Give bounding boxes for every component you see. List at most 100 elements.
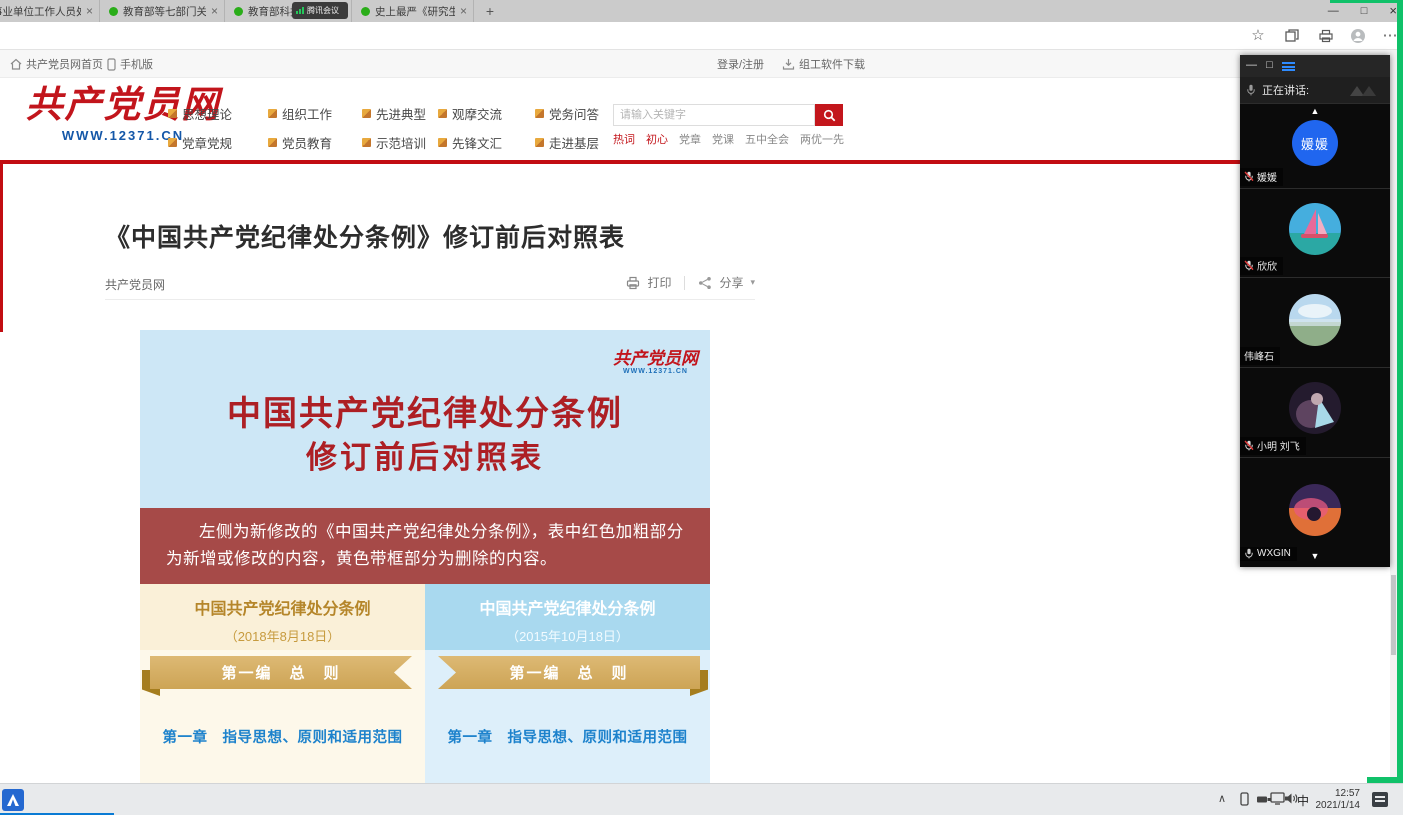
- tab-close-icon[interactable]: ×: [460, 4, 467, 18]
- participant-tile-2[interactable]: 欣欣: [1240, 188, 1390, 277]
- left-column-header: 中国共产党纪律处分条例 （2018年8月18日）: [140, 584, 425, 650]
- chapter-heading: 第一章 指导思想、原则和适用范围: [425, 726, 710, 747]
- clock-time: 12:57: [1314, 788, 1360, 800]
- clock-date: 2021/1/14: [1314, 800, 1360, 812]
- home-icon: [10, 58, 22, 70]
- collapse-up-icon[interactable]: ▲: [1240, 106, 1390, 116]
- browser-toolbar: ☆ ⋯: [0, 22, 1403, 50]
- share-icon[interactable]: [698, 276, 712, 290]
- nav-bullet-icon: [535, 138, 544, 147]
- download-icon: [782, 58, 795, 70]
- nav-item[interactable]: 党员教育: [268, 133, 362, 152]
- print-icon[interactable]: [626, 276, 640, 290]
- search-input[interactable]: [613, 104, 815, 126]
- nav-item[interactable]: 党章党规: [168, 133, 268, 152]
- share-label[interactable]: 分享: [719, 274, 743, 291]
- participant-name-chip: 伟峰石: [1240, 347, 1280, 365]
- phone-tray-icon[interactable]: [1240, 792, 1249, 806]
- nav-bullet-icon: [362, 109, 371, 118]
- browser-tab-2[interactable]: 教育部等七部门关于加强和改进新时代… ×: [103, 0, 225, 22]
- search-icon: [823, 109, 836, 122]
- printer-icon[interactable]: [1317, 29, 1335, 47]
- site-nav: 思想理论 党章党规 组织工作 党员教育 先进典型 示范培训 观摩交流 先锋文汇 …: [168, 104, 615, 152]
- taskbar-clock[interactable]: 12:57 2021/1/14: [1314, 788, 1360, 812]
- poster-column-headers: 中国共产党纪律处分条例 （2018年8月18日） 中国共产党纪律处分条例 （20…: [140, 584, 710, 650]
- member-list-icon[interactable]: [1282, 62, 1295, 71]
- page-scrollbar-track[interactable]: [1390, 50, 1397, 783]
- header-red-rule: [0, 160, 1403, 164]
- close-button[interactable]: ×: [1389, 0, 1397, 22]
- site-utility-bar: 共产党员网首页 手机版 登录/注册 组工软件下载: [0, 50, 1403, 78]
- nav-item[interactable]: 走进基层: [535, 133, 615, 152]
- participant-tile-4[interactable]: 小明 刘飞: [1240, 367, 1390, 457]
- tab-title: 事业单位工作人员处分暂行规定: [0, 4, 81, 19]
- chapter-heading: 第一章 指导思想、原则和适用范围: [140, 726, 425, 747]
- hot-keyword[interactable]: 初心: [646, 131, 668, 147]
- panel-minimize-button[interactable]: —: [1245, 59, 1258, 72]
- nav-bullet-icon: [438, 109, 447, 118]
- hot-keyword[interactable]: 党课: [712, 131, 734, 147]
- mobile-icon: [107, 58, 116, 71]
- tab-close-icon[interactable]: ×: [86, 4, 93, 18]
- mic-icon: [1244, 548, 1254, 559]
- login-register-link[interactable]: 登录/注册: [717, 50, 764, 78]
- mic-muted-icon: [1244, 260, 1254, 271]
- mic-muted-icon: [1244, 440, 1254, 451]
- screenshare-border-right: [1397, 0, 1403, 783]
- avatar: 媛媛: [1292, 120, 1338, 166]
- maximize-button[interactable]: □: [1361, 0, 1368, 22]
- nav-item[interactable]: 组织工作: [268, 104, 362, 123]
- panel-maximize-button[interactable]: □: [1263, 59, 1276, 72]
- tray-expand-icon[interactable]: ∧: [1218, 792, 1226, 805]
- part-ribbon: 第一编 总 则: [150, 656, 412, 689]
- nav-bullet-icon: [535, 109, 544, 118]
- poster-title-line2: 修订前后对照表: [140, 432, 710, 477]
- favorites-star-icon[interactable]: ☆: [1249, 27, 1267, 45]
- speaking-label: 正在讲话:: [1262, 82, 1309, 98]
- hot-keyword[interactable]: 两优一先: [800, 131, 844, 147]
- share-caret-icon[interactable]: ▾: [750, 277, 755, 288]
- nav-item[interactable]: 党务问答: [535, 104, 615, 123]
- participant-tile-5[interactable]: ▼ WXGIN: [1240, 457, 1390, 567]
- taskbar-app-icon[interactable]: [2, 789, 24, 811]
- window-controls: — □ ×: [1328, 0, 1397, 22]
- search-button[interactable]: [815, 104, 843, 126]
- speaking-status-bar: 正在讲话:: [1240, 77, 1390, 103]
- mobile-version-link[interactable]: 手机版: [107, 50, 153, 78]
- participant-name-chip: 欣欣: [1240, 257, 1283, 275]
- nav-item[interactable]: 先锋文汇: [438, 133, 535, 152]
- left-column: 第一编 总 则 第一章 指导思想、原则和适用范围: [140, 650, 425, 783]
- usb-tray-icon[interactable]: [1256, 795, 1271, 804]
- nav-item[interactable]: 示范培训: [362, 133, 438, 152]
- participant-name-chip: WXGIN: [1240, 547, 1297, 561]
- participant-tile-1[interactable]: ▲ 媛媛 媛媛: [1240, 103, 1390, 188]
- hot-keyword[interactable]: 五中全会: [745, 131, 789, 147]
- ime-indicator[interactable]: 中: [1297, 792, 1309, 809]
- poster-notice-banner: 左侧为新修改的《中国共产党纪律处分条例》，表中红色加粗部分为新增或修改的内容，黄…: [140, 508, 710, 584]
- collections-icon[interactable]: [1283, 29, 1301, 47]
- hot-keyword[interactable]: 党章: [679, 131, 701, 147]
- part-ribbon: 第一编 总 则: [438, 656, 700, 689]
- page-scrollbar-thumb[interactable]: [1391, 575, 1396, 655]
- minimize-button[interactable]: —: [1328, 0, 1339, 22]
- tab-close-icon[interactable]: ×: [211, 4, 218, 18]
- nav-item[interactable]: 观摩交流: [438, 104, 535, 123]
- software-download-link[interactable]: 组工软件下载: [782, 50, 865, 78]
- new-tab-button[interactable]: +: [481, 2, 499, 20]
- nav-item[interactable]: 先进典型: [362, 104, 438, 123]
- left-red-edge: [0, 164, 3, 332]
- profile-avatar-icon[interactable]: [1349, 28, 1367, 46]
- meeting-float-pill[interactable]: 腾讯会议: [292, 2, 348, 19]
- home-link[interactable]: 共产党员网首页: [10, 50, 103, 78]
- participant-name: 媛媛: [1257, 169, 1277, 184]
- participant-tile-3[interactable]: 伟峰石: [1240, 277, 1390, 367]
- print-label[interactable]: 打印: [647, 274, 671, 291]
- hot-keyword[interactable]: 热词: [613, 131, 635, 147]
- tab-title: 史上最严《研究生导师指导行为准则》: [375, 4, 455, 19]
- browser-tab-4[interactable]: 史上最严《研究生导师指导行为准则》 ×: [355, 0, 474, 22]
- nav-item[interactable]: 思想理论: [168, 104, 268, 123]
- browser-tab-1[interactable]: 事业单位工作人员处分暂行规定 ×: [0, 0, 100, 22]
- display-tray-icon[interactable]: [1270, 792, 1285, 805]
- action-center-icon[interactable]: [1372, 792, 1388, 807]
- green-dot-favicon: [361, 7, 370, 16]
